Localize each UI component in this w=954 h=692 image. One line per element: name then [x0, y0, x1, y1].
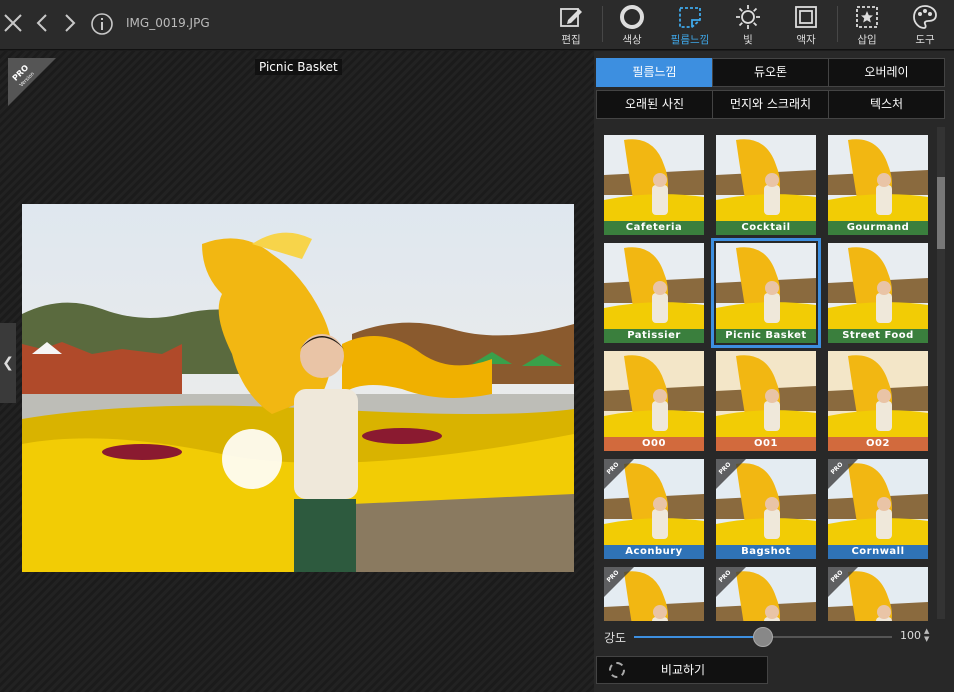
filter-thumb[interactable]: Patissier [604, 243, 704, 343]
photo-editor-app: IMG_0019.JPG 편집 색상 필름느낌 빛 액자 삽입 도구 PRO V… [0, 0, 954, 692]
tab-dust-scratch[interactable]: 먼지와 스크래치 [712, 90, 829, 119]
filter-name: Cafeteria [604, 221, 704, 235]
tool-frame-label: 액자 [796, 34, 816, 46]
toolbar-separator [602, 6, 603, 42]
scrollbar-thumb[interactable] [937, 177, 945, 249]
filter-thumb[interactable]: PRO [828, 567, 928, 621]
compare-button[interactable]: 비교하기 [596, 656, 768, 684]
strength-slider-knob[interactable] [753, 627, 773, 647]
filter-preview-image [716, 243, 816, 343]
filter-name: Aconbury [604, 545, 704, 559]
close-icon[interactable] [2, 12, 24, 39]
strength-slider[interactable] [634, 627, 892, 647]
filter-name: Gourmand [828, 221, 928, 235]
filter-thumb[interactable]: PRO [604, 567, 704, 621]
filter-thumb[interactable]: PRO Cornwall [828, 459, 928, 559]
tab-old-photo[interactable]: 오래된 사진 [596, 90, 713, 119]
stepper-down-icon[interactable]: ▼ [924, 635, 929, 643]
filter-name: O00 [604, 437, 704, 451]
filter-thumb[interactable]: PRO Aconbury [604, 459, 704, 559]
filter-thumb[interactable]: Cafeteria [604, 135, 704, 235]
filter-preview-image [828, 243, 928, 343]
applied-filter-title: Picnic Basket [255, 59, 342, 75]
toolbar-separator [837, 6, 838, 42]
insert-icon [854, 4, 880, 30]
strength-slider-fill [634, 636, 763, 638]
category-tabs-row2: 오래된 사진 먼지와 스크래치 텍스처 [596, 90, 945, 119]
main-photo [22, 204, 574, 572]
tab-film[interactable]: 필름느낌 [596, 58, 713, 87]
file-name: IMG_0019.JPG [126, 16, 210, 30]
filter-preview-image [716, 351, 816, 451]
filter-name: Street Food [828, 329, 928, 343]
compare-button-label: 비교하기 [660, 663, 706, 677]
strength-stepper[interactable]: ▲ ▼ [924, 627, 929, 643]
filter-grid: Cafeteria Cocktail Gourmand Patissier Picnic… [602, 133, 932, 621]
filter-name: O02 [828, 437, 928, 451]
tool-edit[interactable]: 편집 [549, 4, 593, 48]
filter-name: Cocktail [716, 221, 816, 235]
filter-name: Cornwall [828, 545, 928, 559]
tool-tools[interactable]: 도구 [903, 4, 947, 48]
strength-label: 강도 [604, 631, 627, 645]
filter-preview-image [716, 135, 816, 235]
tool-insert-label: 삽입 [857, 34, 877, 46]
filter-scrollbar[interactable] [937, 127, 945, 619]
filter-thumb[interactable]: Street Food [828, 243, 928, 343]
edit-icon [558, 4, 584, 30]
filter-name: Bagshot [716, 545, 816, 559]
tool-insert[interactable]: 삽입 [845, 4, 889, 48]
chevron-left-icon: ❮ [2, 355, 14, 371]
next-image-icon[interactable] [62, 12, 78, 39]
tool-color[interactable]: 색상 [610, 4, 654, 48]
filter-preview-image [604, 243, 704, 343]
stepper-up-icon[interactable]: ▲ [924, 627, 929, 635]
filter-thumb[interactable]: Picnic Basket [711, 238, 821, 348]
category-tabs-row1: 필름느낌 듀오톤 오버레이 [596, 58, 945, 87]
filter-thumb[interactable]: O00 [604, 351, 704, 451]
tool-color-label: 색상 [622, 34, 642, 46]
filter-thumb[interactable]: O01 [716, 351, 816, 451]
tab-texture[interactable]: 텍스처 [828, 90, 945, 119]
tab-duotone[interactable]: 듀오톤 [712, 58, 829, 87]
filter-name: Picnic Basket [716, 329, 816, 343]
filter-preview-image [828, 135, 928, 235]
top-toolbar: IMG_0019.JPG 편집 색상 필름느낌 빛 액자 삽입 도구 [0, 0, 954, 50]
tab-overlay[interactable]: 오버레이 [828, 58, 945, 87]
palette-icon [912, 4, 938, 30]
filter-thumb[interactable]: PRO [716, 567, 816, 621]
tool-light[interactable]: 빛 [726, 4, 770, 48]
strength-value: 100 [900, 629, 921, 642]
tool-light-label: 빛 [743, 34, 753, 46]
filter-preview-image [604, 351, 704, 451]
prev-image-icon[interactable] [34, 12, 50, 39]
frame-icon [793, 4, 819, 30]
info-icon[interactable] [90, 12, 114, 41]
filter-preview-image [604, 135, 704, 235]
tool-frame[interactable]: 액자 [784, 4, 828, 48]
filter-thumb[interactable]: O02 [828, 351, 928, 451]
filter-thumb[interactable]: Cocktail [716, 135, 816, 235]
photo-canvas: PRO Version Picnic Basket ❮ [0, 51, 594, 692]
pro-version-badge: PRO Version [8, 58, 56, 106]
filter-panel: 필름느낌 듀오톤 오버레이 오래된 사진 먼지와 스크래치 텍스처 Cafete… [594, 51, 954, 692]
filter-name: O01 [716, 437, 816, 451]
collapse-panel-button[interactable]: ❮ [0, 323, 16, 403]
color-icon [619, 4, 645, 30]
film-icon [677, 4, 703, 30]
filter-preview-image [828, 351, 928, 451]
light-icon [735, 4, 761, 30]
tool-film[interactable]: 필름느낌 [668, 4, 712, 48]
filter-thumb[interactable]: Gourmand [828, 135, 928, 235]
filter-thumb[interactable]: PRO Bagshot [716, 459, 816, 559]
filter-name: Patissier [604, 329, 704, 343]
tool-film-label: 필름느낌 [670, 34, 710, 46]
tool-edit-label: 편집 [561, 34, 581, 46]
tool-tools-label: 도구 [915, 34, 935, 46]
